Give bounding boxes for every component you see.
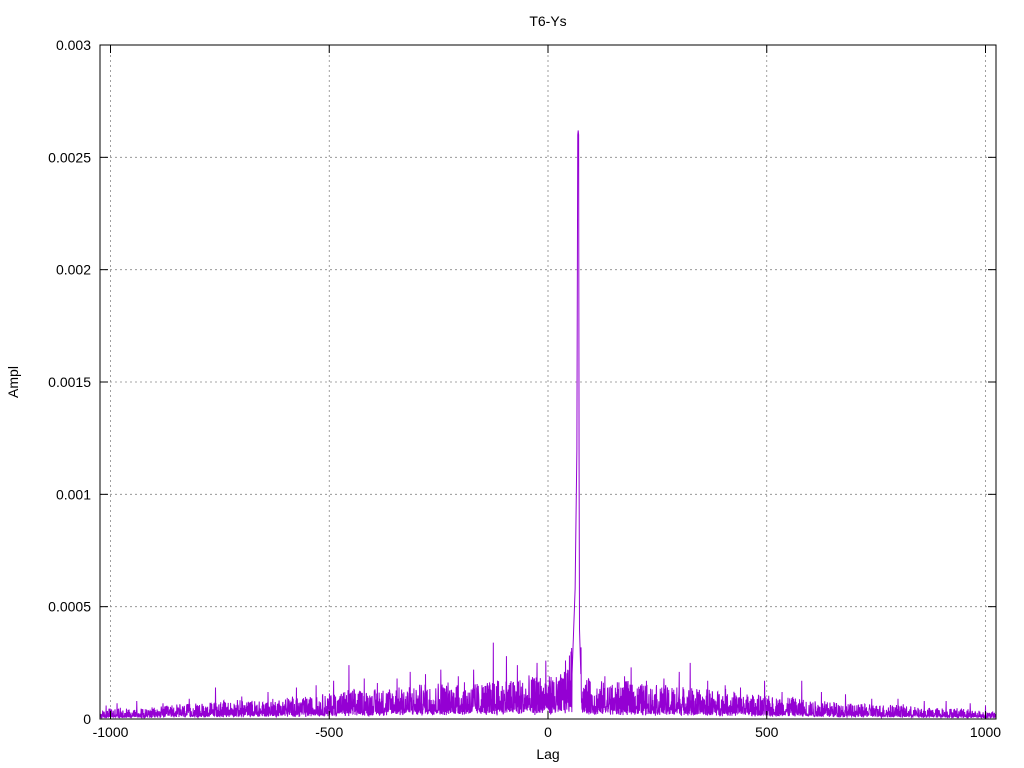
- x-tick-label: 500: [755, 724, 779, 740]
- x-tick-label: 1000: [970, 724, 1001, 740]
- y-axis-label: Ampl: [5, 366, 21, 398]
- y-tick-label: 0.003: [56, 37, 91, 53]
- y-tick-label: 0.0025: [48, 149, 91, 165]
- grid-lines: [100, 45, 996, 719]
- line-chart: -1000 -500 0 500 1000 0 0.0005 0.001 0.0015 0.002…: [5, 13, 1001, 762]
- x-tick-label: -500: [315, 724, 343, 740]
- y-tick-label: 0.0005: [48, 599, 91, 615]
- y-tick-label: 0: [83, 711, 91, 727]
- y-tick-label: 0.002: [56, 262, 91, 278]
- y-tick-label: 0.0015: [48, 374, 91, 390]
- tick-labels: -1000 -500 0 500 1000 0 0.0005 0.001 0.0015 0.002…: [48, 37, 1001, 740]
- x-axis-label: Lag: [536, 746, 559, 762]
- x-tick-label: 0: [544, 724, 552, 740]
- x-tick-label: -1000: [93, 724, 129, 740]
- y-tick-label: 0.001: [56, 486, 91, 502]
- chart-title: T6-Ys: [529, 13, 566, 29]
